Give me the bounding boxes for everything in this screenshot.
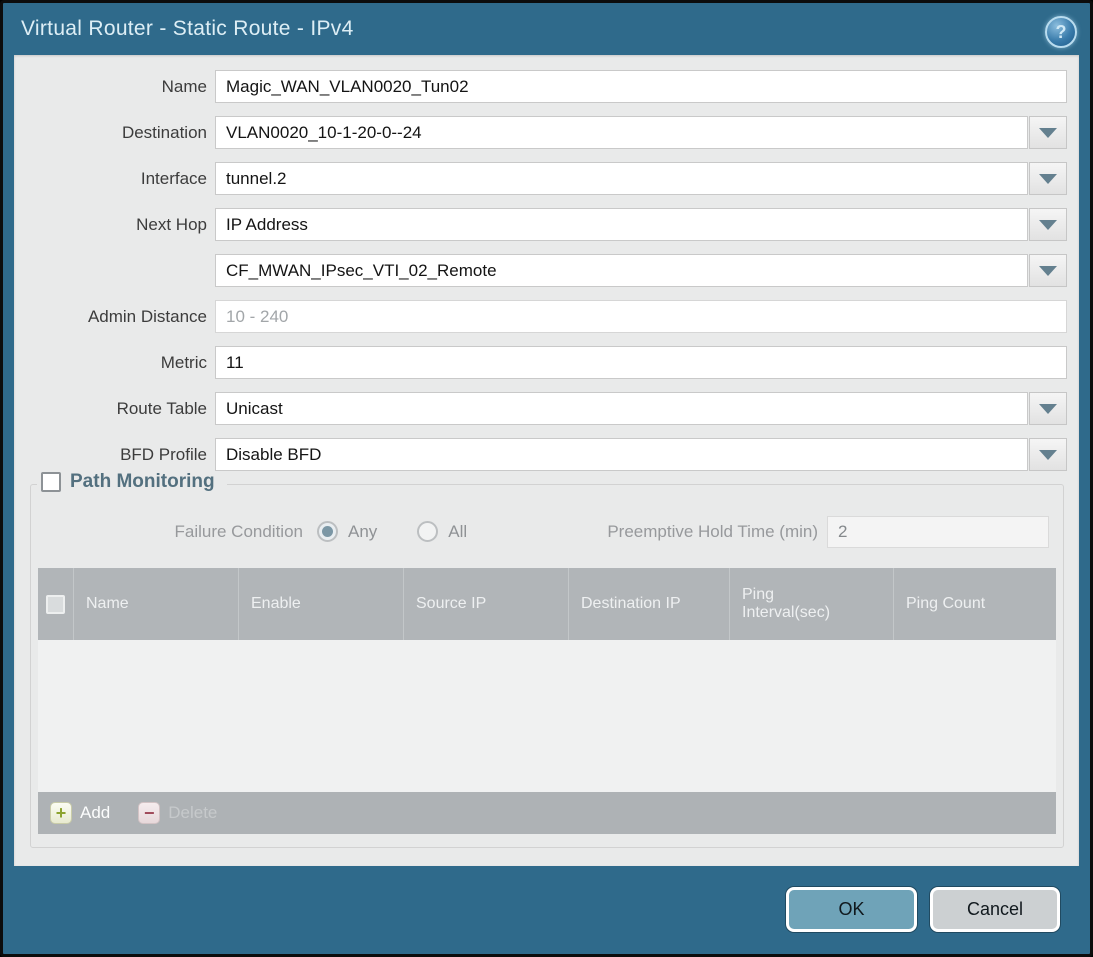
chevron-down-icon — [1039, 174, 1057, 184]
path-monitoring-table-header: NameEnableSource IPDestination IPPing In… — [38, 568, 1056, 640]
path-monitoring-table-toolbar: + Add − Delete — [38, 792, 1056, 834]
bfd-profile-label: BFD Profile — [14, 445, 207, 465]
failure-condition-label: Failure Condition — [31, 522, 303, 542]
next-hop-type-dropdown-button[interactable] — [1029, 208, 1067, 241]
chevron-down-icon — [1039, 266, 1057, 276]
form-row-admin-distance: Admin Distance — [14, 300, 1067, 333]
form-row-next-hop-address — [14, 254, 1067, 287]
form-row-interface: Interface — [14, 162, 1067, 195]
metric-input[interactable] — [215, 346, 1067, 379]
path-monitoring-title: Path Monitoring — [70, 471, 215, 493]
path-monitoring-table: NameEnableSource IPDestination IPPing In… — [38, 568, 1056, 834]
dialog-title: Virtual Router - Static Route - IPv4 — [21, 17, 354, 41]
route-table-label: Route Table — [14, 399, 207, 419]
delete-button-label: Delete — [168, 803, 217, 823]
dialog-content: Name Destination Interface Next Hop — [14, 55, 1079, 866]
chevron-down-icon — [1039, 450, 1057, 460]
column-header-destination-ip: Destination IP — [568, 568, 729, 640]
path-monitoring-checkbox[interactable] — [41, 472, 61, 492]
interface-dropdown-button[interactable] — [1029, 162, 1067, 195]
form-row-name: Name — [14, 70, 1067, 103]
add-button[interactable]: + Add — [50, 802, 110, 824]
next-hop-type-input[interactable] — [215, 208, 1028, 241]
destination-label: Destination — [14, 123, 207, 143]
chevron-down-icon — [1039, 404, 1057, 414]
form-row-bfd-profile: BFD Profile — [14, 438, 1067, 471]
static-route-dialog: Virtual Router - Static Route - IPv4 ? N… — [0, 0, 1093, 957]
failure-condition-radio-any — [317, 521, 338, 542]
plus-icon: + — [50, 802, 72, 824]
ok-button[interactable]: OK — [786, 887, 917, 932]
path-monitoring-section: Path Monitoring Failure Condition Any Al… — [30, 484, 1064, 848]
preemptive-hold-time-input — [827, 516, 1049, 548]
interface-label: Interface — [14, 169, 207, 189]
column-header-name: Name — [73, 568, 238, 640]
next-hop-address-input[interactable] — [215, 254, 1028, 287]
metric-label: Metric — [14, 353, 207, 373]
next-hop-label: Next Hop — [14, 215, 207, 235]
route-table-dropdown-button[interactable] — [1029, 392, 1067, 425]
select-all-checkbox — [46, 595, 65, 614]
admin-distance-label: Admin Distance — [14, 307, 207, 327]
form-row-route-table: Route Table — [14, 392, 1067, 425]
failure-condition-radio-all — [417, 521, 438, 542]
form-row-next-hop: Next Hop — [14, 208, 1067, 241]
cancel-button[interactable]: Cancel — [930, 887, 1060, 932]
failure-condition-row: Failure Condition Any All Preemptive Hol… — [31, 515, 1049, 548]
select-all-column-header — [38, 568, 73, 640]
failure-condition-any-label: Any — [348, 522, 377, 542]
dialog-titlebar: Virtual Router - Static Route - IPv4 — [3, 3, 1090, 55]
form-row-metric: Metric — [14, 346, 1067, 379]
path-monitoring-table-body — [38, 640, 1056, 792]
interface-input[interactable] — [215, 162, 1028, 195]
column-header-ping-interval-sec-: Ping Interval(sec) — [729, 568, 893, 640]
delete-button: − Delete — [138, 802, 217, 824]
failure-condition-all-label: All — [448, 522, 467, 542]
column-header-enable: Enable — [238, 568, 403, 640]
bfd-profile-dropdown-button[interactable] — [1029, 438, 1067, 471]
destination-input[interactable] — [215, 116, 1028, 149]
form-row-destination: Destination — [14, 116, 1067, 149]
next-hop-address-dropdown-button[interactable] — [1029, 254, 1067, 287]
column-header-ping-count: Ping Count — [893, 568, 1058, 640]
column-header-source-ip: Source IP — [403, 568, 568, 640]
minus-icon: − — [138, 802, 160, 824]
preemptive-hold-time-label: Preemptive Hold Time (min) — [607, 522, 818, 542]
dialog-button-bar: OK Cancel — [786, 887, 1060, 932]
path-monitoring-legend: Path Monitoring — [37, 471, 227, 493]
destination-dropdown-button[interactable] — [1029, 116, 1067, 149]
chevron-down-icon — [1039, 128, 1057, 138]
route-table-input[interactable] — [215, 392, 1028, 425]
add-button-label: Add — [80, 803, 110, 823]
chevron-down-icon — [1039, 220, 1057, 230]
help-icon[interactable]: ? — [1045, 16, 1077, 48]
bfd-profile-input[interactable] — [215, 438, 1028, 471]
admin-distance-input[interactable] — [215, 300, 1067, 333]
name-input[interactable] — [215, 70, 1067, 103]
name-label: Name — [14, 77, 207, 97]
